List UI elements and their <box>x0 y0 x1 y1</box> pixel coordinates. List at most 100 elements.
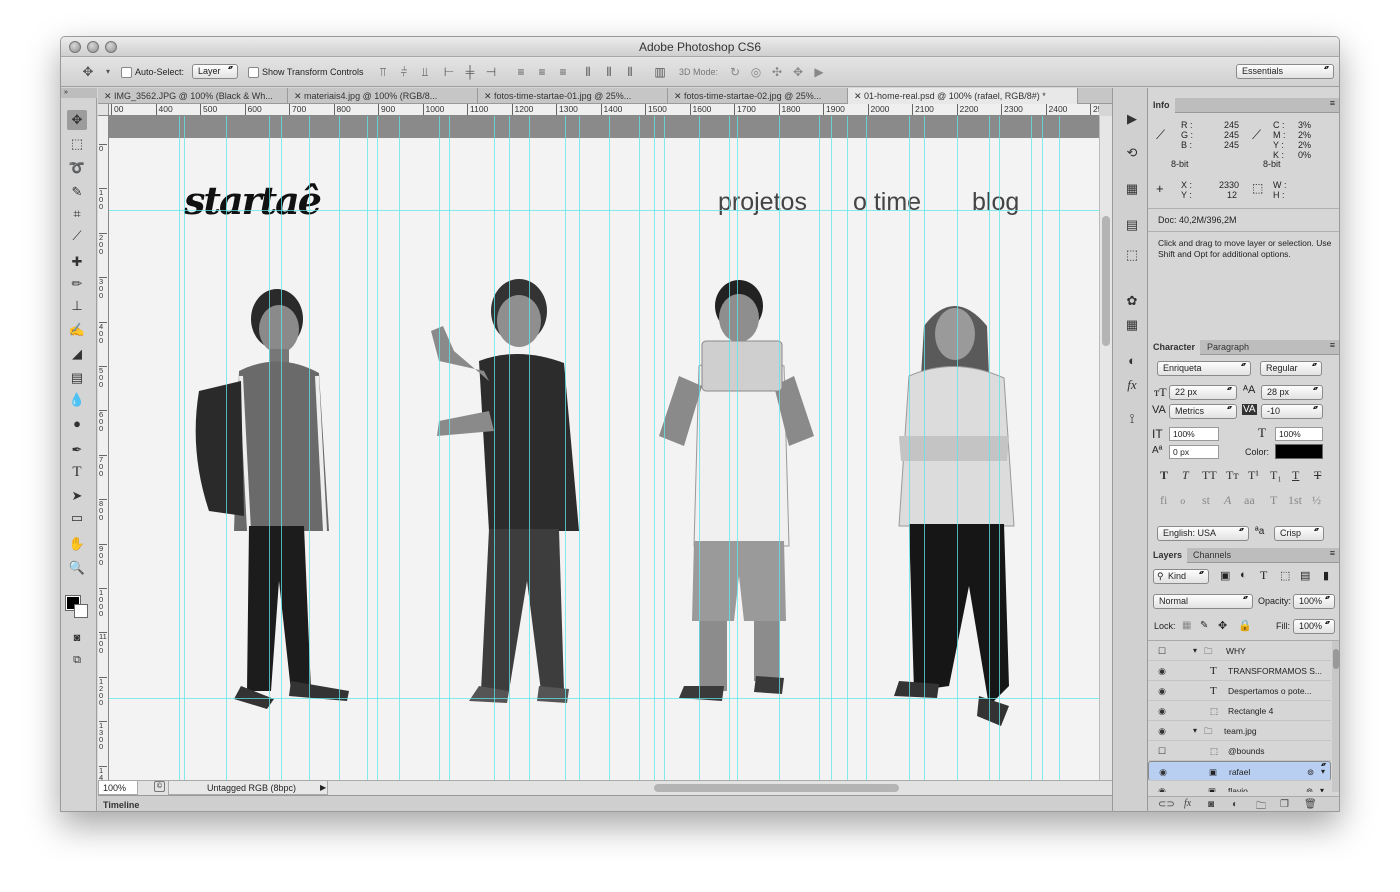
eye-icon[interactable]: ◉ <box>1155 661 1169 681</box>
eye-icon[interactable]: ◉ <box>1155 701 1169 721</box>
lock-all-icon[interactable]: 🔒 <box>1238 619 1252 632</box>
vertical-guide[interactable] <box>737 116 738 780</box>
vertical-guide[interactable] <box>866 116 867 780</box>
distribute-right-icon[interactable]: ⦀ <box>623 65 637 79</box>
link-layers-icon[interactable]: ⊂⊃ <box>1158 799 1175 810</box>
horizontal-guide[interactable] <box>109 210 1099 211</box>
move-tool-icon[interactable]: ✥ <box>81 65 95 79</box>
align-bottom-icon[interactable]: ⫫ <box>418 65 432 79</box>
nav-o-time[interactable]: o time <box>853 188 921 217</box>
vertical-scroll-thumb[interactable] <box>1102 216 1110 346</box>
vertical-guide[interactable] <box>449 116 450 780</box>
layer-effects-icon[interactable]: ⊚ <box>1306 781 1313 792</box>
close-window-button[interactable] <box>69 41 81 53</box>
align-left-icon[interactable]: ⊢ <box>442 65 456 79</box>
vertical-guide[interactable] <box>664 116 665 780</box>
properties-icon[interactable]: ▤ <box>1123 216 1141 234</box>
vertical-scale-field[interactable]: 100% <box>1169 427 1219 441</box>
vertical-guide[interactable] <box>957 116 958 780</box>
vertical-guide[interactable] <box>367 116 368 780</box>
zoom-level[interactable]: 100% <box>98 780 138 795</box>
3d-slide-icon[interactable]: ✥ <box>791 65 805 79</box>
disclosure-icon[interactable]: ▾ <box>1193 641 1197 661</box>
filter-shape-icon[interactable]: ⬚ <box>1280 569 1290 582</box>
add-mask-icon[interactable]: ◙ <box>1208 799 1214 810</box>
tab-close-icon[interactable]: ✕ <box>294 91 304 101</box>
3d-icon[interactable]: ⬚ <box>1123 246 1141 264</box>
adjustment-layer-icon[interactable]: ◐ <box>1232 799 1238 810</box>
filter-pixel-icon[interactable]: ▣ <box>1220 569 1230 582</box>
leading-field[interactable]: 28 px <box>1261 385 1323 400</box>
zoom-window-button[interactable] <box>105 41 117 53</box>
vertical-guide[interactable] <box>1031 116 1032 780</box>
vertical-guide[interactable] <box>565 116 566 780</box>
opacity-field[interactable]: 100% <box>1293 594 1335 609</box>
language-dropdown[interactable]: English: USA <box>1157 526 1249 541</box>
tab-character[interactable]: Character <box>1148 340 1201 355</box>
show-transform-checkbox[interactable]: Show Transform Controls <box>248 64 364 80</box>
screen-mode-icon[interactable]: ⧉ <box>67 650 87 670</box>
lock-transparent-icon[interactable]: ▦ <box>1182 620 1191 631</box>
crop-tool-icon[interactable]: ⌗ <box>67 204 87 224</box>
layer-expand-icon[interactable]: ▾ <box>1321 762 1325 782</box>
history-icon[interactable]: ⟲ <box>1123 144 1141 162</box>
disclosure-icon[interactable]: ▾ <box>1193 721 1197 741</box>
lock-image-icon[interactable]: ✎ <box>1200 620 1208 631</box>
3d-scale-icon[interactable]: ▶ <box>812 65 826 79</box>
vertical-guide[interactable] <box>281 116 282 780</box>
visibility-toggle-icon[interactable]: ☐ <box>1155 641 1169 661</box>
canvas-area[interactable]: startaê projetos o time blog <box>109 116 1099 780</box>
tools-collapse-icon[interactable]: » <box>61 88 97 98</box>
vertical-guide[interactable] <box>1042 116 1043 780</box>
move-tool-icon[interactable]: ✥ <box>67 110 87 130</box>
vertical-guide[interactable] <box>831 116 832 780</box>
layer-filter-dropdown[interactable]: ⚲ Kind <box>1153 569 1209 584</box>
horizontal-scale-field[interactable]: 100% <box>1275 427 1323 441</box>
vertical-guide[interactable] <box>439 116 440 780</box>
faux-italic-icon[interactable]: T <box>1182 468 1189 483</box>
tab-fotos-time-02[interactable]: ✕ fotos-time-startae-02.jpg @ 25%... <box>668 88 848 104</box>
auto-select-checkbox[interactable]: Auto-Select: <box>121 64 184 80</box>
lasso-tool-icon[interactable]: ➰ <box>67 158 87 178</box>
nav-blog[interactable]: blog <box>972 188 1019 217</box>
filter-smart-icon[interactable]: ▤ <box>1300 569 1310 582</box>
align-hcenter-icon[interactable]: ╪ <box>463 65 477 79</box>
history-brush-tool-icon[interactable]: ✍ <box>67 320 87 340</box>
vertical-guide[interactable] <box>309 116 310 780</box>
tab-img-3562[interactable]: ✕ IMG_3562.JPG @ 100% (Black & Wh... <box>98 88 288 104</box>
faux-bold-icon[interactable]: T <box>1160 468 1168 483</box>
tab-channels[interactable]: Channels <box>1188 548 1236 563</box>
old-style-icon[interactable]: ℴ <box>1180 493 1186 508</box>
layer-row[interactable]: ☐ ⬚ @bounds <box>1148 741 1331 761</box>
vertical-guide[interactable] <box>989 116 990 780</box>
dodge-tool-icon[interactable]: ● <box>67 414 87 434</box>
tab-close-icon[interactable]: ✕ <box>854 91 864 101</box>
tab-close-icon[interactable]: ✕ <box>484 91 494 101</box>
filter-type-icon[interactable]: T <box>1260 568 1267 583</box>
tab-materiais4[interactable]: ✕ materiais4.jpg @ 100% (RGB/8... <box>288 88 478 104</box>
ordinals-icon[interactable]: 1st <box>1288 493 1302 508</box>
vertical-guide[interactable] <box>609 116 610 780</box>
layer-row[interactable]: ◉ ▾ 🗀 team.jpg <box>1148 721 1331 741</box>
underline-icon[interactable]: T <box>1292 468 1299 483</box>
3d-roll-icon[interactable]: ◎ <box>749 65 763 79</box>
kerning-field[interactable]: Metrics <box>1169 404 1237 419</box>
eraser-tool-icon[interactable]: ◢ <box>67 344 87 364</box>
vertical-guide[interactable] <box>579 116 580 780</box>
ruler-corner[interactable] <box>98 104 109 116</box>
play-icon[interactable]: ▶ <box>1123 110 1141 128</box>
vertical-guide[interactable] <box>909 116 910 780</box>
vertical-guide[interactable] <box>1059 116 1060 780</box>
tab-layers[interactable]: Layers <box>1148 548 1188 563</box>
baseline-shift-field[interactable]: 0 px <box>1169 445 1219 459</box>
layer-effects-icon[interactable]: ⊚ <box>1307 762 1314 782</box>
all-caps-icon[interactable]: TT <box>1202 468 1217 483</box>
quick-mask-icon[interactable]: ◙ <box>67 628 87 648</box>
discretionary-ligature-icon[interactable]: st <box>1202 493 1210 508</box>
status-menu-arrow-icon[interactable]: ▶ <box>320 780 326 795</box>
eye-icon[interactable]: ◉ <box>1155 781 1169 792</box>
vertical-guide[interactable] <box>509 116 510 780</box>
layer-row[interactable]: ☐ ▾ 🗀 WHY <box>1148 641 1331 661</box>
type-tool-icon[interactable]: T <box>67 462 87 482</box>
3d-drag-icon[interactable]: ✣ <box>770 65 784 79</box>
